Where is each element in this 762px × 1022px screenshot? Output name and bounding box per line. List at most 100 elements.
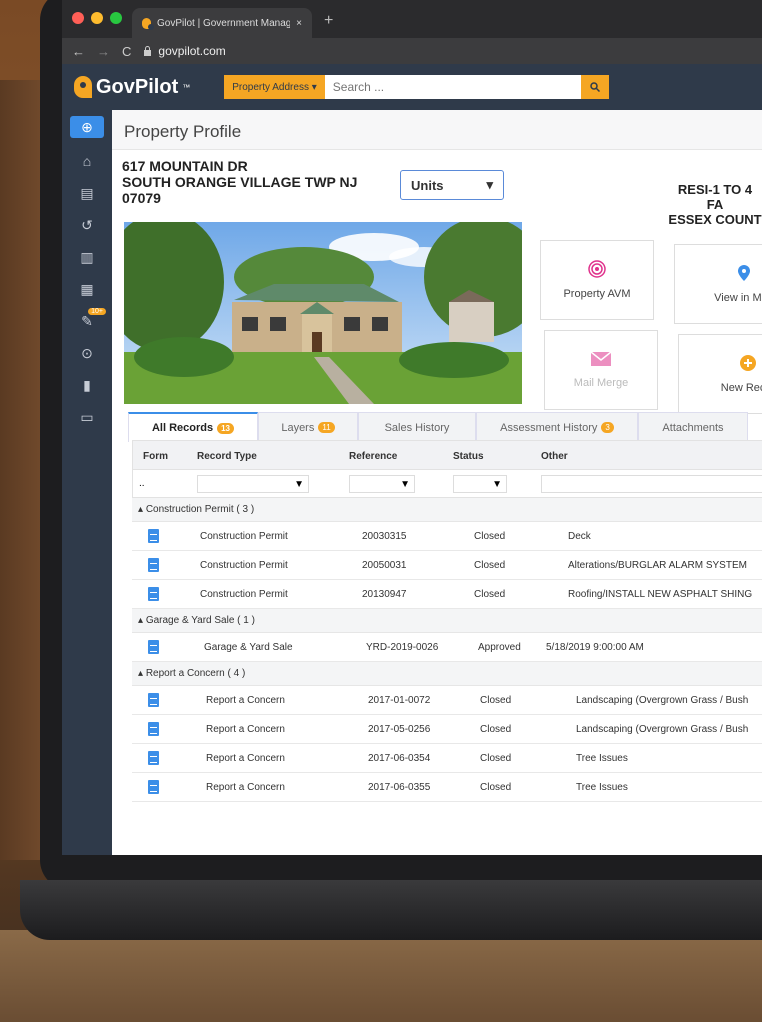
cell-other: Tree Issues	[576, 782, 628, 793]
browser-tab[interactable]: GovPilot | Government Managem ×	[132, 8, 312, 38]
sidebar-documents[interactable]: ▤	[70, 178, 104, 208]
document-icon[interactable]	[148, 640, 159, 654]
sidebar-folders[interactable]: ▭	[70, 402, 104, 432]
search-input[interactable]	[324, 75, 581, 99]
maximize-window-button[interactable]	[110, 12, 122, 24]
govpilot-logo[interactable]: GovPilot ™	[74, 76, 190, 99]
cell-reference: 2017-06-0354	[368, 753, 431, 764]
table-row[interactable]: Report a Concern 2017-06-0354 Closed Tree I…	[132, 744, 762, 773]
tab-attachments[interactable]: Attachments	[638, 412, 748, 442]
other-filter[interactable]: ▼	[541, 475, 762, 493]
target-icon	[588, 260, 606, 278]
column-status[interactable]: Status	[453, 451, 484, 462]
tab-layers[interactable]: Layers 11	[258, 412, 358, 442]
cell-other: Deck	[568, 531, 591, 542]
cell-status: Closed	[480, 724, 512, 735]
table-row[interactable]: Report a Concern 2017-05-0256 Closed Landsc…	[132, 715, 762, 744]
group-header[interactable]: ▴ Construction Permit ( 3 )	[132, 498, 762, 522]
status-filter[interactable]: ▼	[453, 475, 507, 493]
view-in-map-label: View in Map	[714, 292, 762, 304]
tab-assessment-history[interactable]: Assessment History 3	[476, 412, 638, 442]
table-row[interactable]: Construction Permit 20030315 Closed Deck	[132, 522, 762, 551]
table-row[interactable]: Garage & Yard Sale YRD-2019-0026 Approved 5…	[132, 633, 762, 662]
records-grid: Form Record Type Reference Status Other …	[132, 440, 762, 802]
document-icon[interactable]	[148, 529, 159, 543]
sidebar-home[interactable]: ⌂	[70, 146, 104, 176]
document-icon[interactable]	[148, 780, 159, 794]
lock-icon	[144, 45, 152, 56]
group-header[interactable]: ▴ Garage & Yard Sale ( 1 )	[132, 609, 762, 633]
sidebar-add-button[interactable]: ⊕	[70, 116, 104, 138]
group-title: Report a Concern ( 4 )	[145, 668, 246, 679]
record-tabs: All Records 13 Layers 11 Sales History A…	[128, 412, 762, 442]
minimize-window-button[interactable]	[91, 12, 103, 24]
back-icon[interactable]: ←	[72, 44, 85, 59]
sidebar-history[interactable]: ↺	[70, 210, 104, 240]
edit-icon: ✎	[81, 312, 93, 329]
column-reference[interactable]: Reference	[349, 451, 397, 462]
cell-status: Closed	[480, 753, 512, 764]
app-header: GovPilot ™ Property Address ▾	[62, 64, 762, 110]
cell-other: Landscaping (Overgrown Grass / Bush	[576, 724, 749, 735]
cell-reference: YRD-2019-0026	[366, 642, 439, 653]
tab-all-records[interactable]: All Records 13	[128, 412, 258, 442]
table-row[interactable]: Construction Permit 20050031 Closed Alterat…	[132, 551, 762, 580]
cell-status: Closed	[474, 589, 506, 600]
search-type-label: Property Address	[232, 81, 309, 93]
property-avm-tile[interactable]: Property AVM	[540, 240, 654, 320]
search-type-dropdown[interactable]: Property Address ▾	[224, 75, 325, 99]
tab-sales-history[interactable]: Sales History	[358, 412, 476, 442]
units-label: Units	[411, 177, 444, 193]
search-bar: Property Address ▾	[224, 75, 609, 99]
close-window-button[interactable]	[72, 12, 84, 24]
view-in-map-tile[interactable]: View in Map	[674, 244, 762, 324]
sidebar-tasks[interactable]: ✎ 10+	[70, 306, 106, 336]
address-line-1: 617 MOUNTAIN DR	[122, 158, 248, 174]
sidebar-search[interactable]: ⊙	[70, 338, 104, 368]
column-other[interactable]: Other	[541, 451, 568, 462]
column-record-type[interactable]: Record Type	[197, 451, 257, 462]
grid-header: Form Record Type Reference Status Other	[132, 440, 762, 470]
group-header[interactable]: ▴ Report a Concern ( 4 )	[132, 662, 762, 686]
record-type-filter[interactable]: ▼	[197, 475, 309, 493]
cell-reference: 2017-06-0355	[368, 782, 431, 793]
zoning-info: RESI-1 TO 4 FA ESSEX COUNT	[668, 182, 762, 227]
new-record-label: New Recor	[720, 382, 762, 394]
new-tab-button[interactable]: +	[324, 12, 333, 30]
units-dropdown[interactable]: Units ▾	[400, 170, 504, 200]
column-form[interactable]: Form	[143, 451, 168, 462]
search-icon	[590, 82, 600, 92]
reference-filter[interactable]: ▼	[349, 475, 415, 493]
mail-merge-label: Mail Merge	[573, 377, 629, 389]
forward-icon[interactable]: →	[97, 44, 110, 59]
zoom-icon: ⊙	[81, 344, 93, 361]
reload-icon[interactable]: C	[122, 44, 131, 59]
cell-reference: 20050031	[362, 560, 407, 571]
table-row[interactable]: Construction Permit 20130947 Closed Roofing…	[132, 580, 762, 609]
main-content: Property Profile 617 MOUNTAIN DR SOUTH O…	[112, 110, 762, 855]
document-icon[interactable]	[148, 558, 159, 572]
document-icon[interactable]	[148, 751, 159, 765]
document-icon[interactable]	[148, 693, 159, 707]
close-tab-icon[interactable]: ×	[296, 18, 302, 29]
mail-merge-tile[interactable]: Mail Merge	[544, 330, 658, 410]
table-row[interactable]: Report a Concern 2017-06-0355 Closed Tree I…	[132, 773, 762, 802]
table-row[interactable]: Report a Concern 2017-01-0072 Closed Landsc…	[132, 686, 762, 715]
calendar-icon: ▦	[80, 280, 94, 297]
browser-tab-strip: GovPilot | Government Managem × +	[62, 0, 762, 38]
sidebar-reports[interactable]: ▮	[70, 370, 104, 400]
search-button[interactable]	[580, 75, 609, 99]
tab-label: Attachments	[662, 421, 724, 434]
cell-record-type: Report a Concern	[206, 753, 285, 764]
sidebar-calendar[interactable]: ▦	[70, 274, 104, 304]
count-badge: 11	[318, 422, 335, 433]
new-record-tile[interactable]: New Recor	[678, 334, 762, 414]
cell-reference: 20130947	[362, 589, 407, 600]
window-controls	[72, 12, 122, 24]
sidebar-map[interactable]: ▥	[70, 242, 104, 272]
document-icon[interactable]	[148, 722, 159, 736]
favicon-icon	[142, 17, 154, 30]
document-icon[interactable]	[148, 587, 159, 601]
url-field[interactable]: govpilot.com	[143, 44, 226, 58]
map-icon: ▥	[80, 248, 94, 265]
